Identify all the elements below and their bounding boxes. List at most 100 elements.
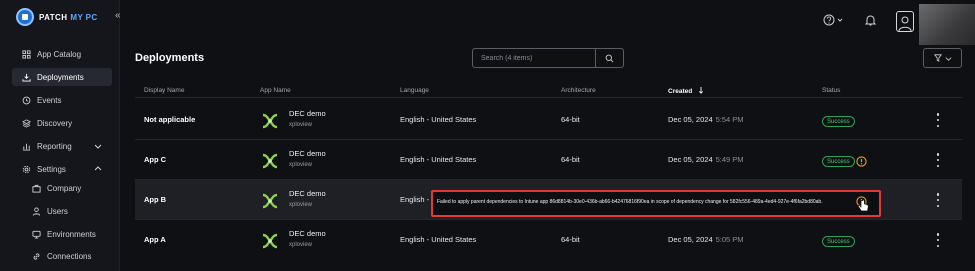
table-row[interactable]: Not applicable DEC demo xploview English… xyxy=(135,100,962,140)
language-cell: English - xyxy=(400,195,430,204)
sidebar-item-app-catalog[interactable]: App Catalog xyxy=(12,45,112,63)
sidebar-item-label: Events xyxy=(37,95,62,105)
app-publisher: xploview xyxy=(289,162,313,168)
user-icon xyxy=(898,16,912,31)
help-icon xyxy=(823,14,843,26)
layers-icon xyxy=(22,118,31,128)
sidebar-item-label: Users xyxy=(47,206,68,216)
history-icon xyxy=(22,96,31,105)
search-button[interactable] xyxy=(595,49,623,67)
filter-button[interactable] xyxy=(923,48,962,68)
chart-icon xyxy=(22,142,31,151)
display-name-cell: App C xyxy=(144,155,167,164)
app-logo-icon xyxy=(262,193,278,209)
search-input[interactable] xyxy=(473,54,595,62)
column-header-created[interactable]: Created xyxy=(668,87,704,95)
notifications-button[interactable] xyxy=(864,13,877,31)
sidebar-item-label: Deployments xyxy=(37,72,84,82)
sidebar-item-events[interactable]: Events xyxy=(12,91,112,109)
status-badge: Success xyxy=(822,116,855,127)
app-publisher: xploview xyxy=(289,202,313,208)
sidebar-item-label: Settings xyxy=(37,164,66,174)
status-badge: Success xyxy=(822,156,855,167)
created-cell: Dec 05, 2024 5:05 PM xyxy=(668,235,744,244)
sidebar-item-settings[interactable]: Settings xyxy=(12,160,112,178)
app-logo-icon xyxy=(262,153,278,169)
created-date: Dec 05, 2024 xyxy=(668,155,713,164)
row-actions-menu[interactable] xyxy=(936,113,940,127)
row-actions-menu[interactable] xyxy=(936,233,940,247)
chevron-up-icon xyxy=(94,166,102,171)
tooltip-text: Failed to apply parent dependencies to I… xyxy=(437,199,823,205)
created-date: Dec 05, 2024 xyxy=(668,115,713,124)
sidebar-item-deployments[interactable]: Deployments xyxy=(12,68,112,86)
chevron-down-icon xyxy=(94,144,102,149)
language-cell: English - United States xyxy=(400,155,477,164)
app-name-cell: DEC demo xyxy=(289,229,326,238)
app-publisher: xploview xyxy=(289,122,313,128)
sidebar-item-connections[interactable]: Connections xyxy=(12,247,112,265)
app-logo-icon xyxy=(262,233,278,249)
patchmypc-logo-icon xyxy=(16,8,34,26)
grid-icon xyxy=(22,49,31,59)
app-name-cell: DEC demo xyxy=(289,149,326,158)
architecture-cell: 64-bit xyxy=(561,115,580,124)
filter-icon xyxy=(933,54,942,62)
sidebar-item-label: Discovery xyxy=(37,118,73,128)
column-header-language[interactable]: Language xyxy=(400,87,429,94)
download-icon xyxy=(22,73,31,82)
sidebar-item-reporting[interactable]: Reporting xyxy=(12,137,112,155)
app-logo-icon xyxy=(262,113,278,129)
brand-name: PATCH MY PC xyxy=(39,12,98,22)
table-row[interactable]: App A DEC demo xploview English - United… xyxy=(135,220,962,260)
app-name-cell: DEC demo xyxy=(289,109,326,118)
sidebar-item-label: App Catalog xyxy=(37,49,82,59)
architecture-cell: 64-bit xyxy=(561,235,580,244)
user-avatar-button[interactable] xyxy=(896,11,914,32)
header-divider xyxy=(135,97,962,98)
search-icon xyxy=(605,54,614,62)
search-box xyxy=(472,48,624,68)
column-header-status[interactable]: Status xyxy=(822,87,840,94)
language-cell: English - United States xyxy=(400,235,477,244)
warning-info-icon[interactable] xyxy=(856,156,867,167)
display-name-cell: App A xyxy=(144,235,166,244)
column-header-app-name[interactable]: App Name xyxy=(260,87,291,94)
status-badge: Success xyxy=(822,236,855,247)
arrow-down-icon xyxy=(698,87,704,94)
brand-logo[interactable]: PATCH MY PC xyxy=(16,7,98,27)
app-publisher: xploview xyxy=(289,242,313,248)
display-name-cell: App B xyxy=(144,195,167,204)
column-header-architecture[interactable]: Architecture xyxy=(561,87,596,94)
created-cell: Dec 05, 2024 5:54 PM xyxy=(668,115,744,124)
bell-icon xyxy=(864,15,877,26)
sidebar-item-label: Company xyxy=(47,183,82,193)
sidebar-item-company[interactable]: Company xyxy=(12,179,112,197)
sidebar-item-environments[interactable]: Environments xyxy=(12,225,112,243)
created-cell: Dec 05, 2024 5:49 PM xyxy=(668,155,744,164)
display-name-cell: Not applicable xyxy=(144,115,196,124)
page-title: Deployments xyxy=(135,52,205,64)
created-time: 5:54 PM xyxy=(715,115,744,124)
sidebar-item-label: Reporting xyxy=(37,141,72,151)
row-actions-menu[interactable] xyxy=(936,193,940,207)
user-icon xyxy=(32,206,41,216)
created-time: 5:49 PM xyxy=(715,155,744,164)
link-icon xyxy=(32,252,41,261)
row-actions-menu[interactable] xyxy=(936,153,940,167)
help-menu[interactable] xyxy=(823,13,845,31)
sidebar-item-label: Environments xyxy=(47,229,96,239)
collapse-sidebar-icon[interactable]: « xyxy=(115,11,121,21)
gear-icon xyxy=(22,165,31,174)
created-date: Dec 05, 2024 xyxy=(668,235,713,244)
table-row[interactable]: App C DEC demo xploview English - United… xyxy=(135,140,962,180)
column-header-display-name[interactable]: Display Name xyxy=(144,87,184,94)
column-header-label: Created xyxy=(668,88,693,95)
app-name-cell: DEC demo xyxy=(289,189,326,198)
created-time: 5:05 PM xyxy=(715,235,744,244)
sidebar-item-users[interactable]: Users xyxy=(12,202,112,220)
sidebar-item-label: Connections xyxy=(47,251,92,261)
environment-icon xyxy=(32,230,41,239)
sidebar-item-discovery[interactable]: Discovery xyxy=(12,114,112,132)
error-tooltip: Failed to apply parent dependencies to I… xyxy=(431,190,881,217)
